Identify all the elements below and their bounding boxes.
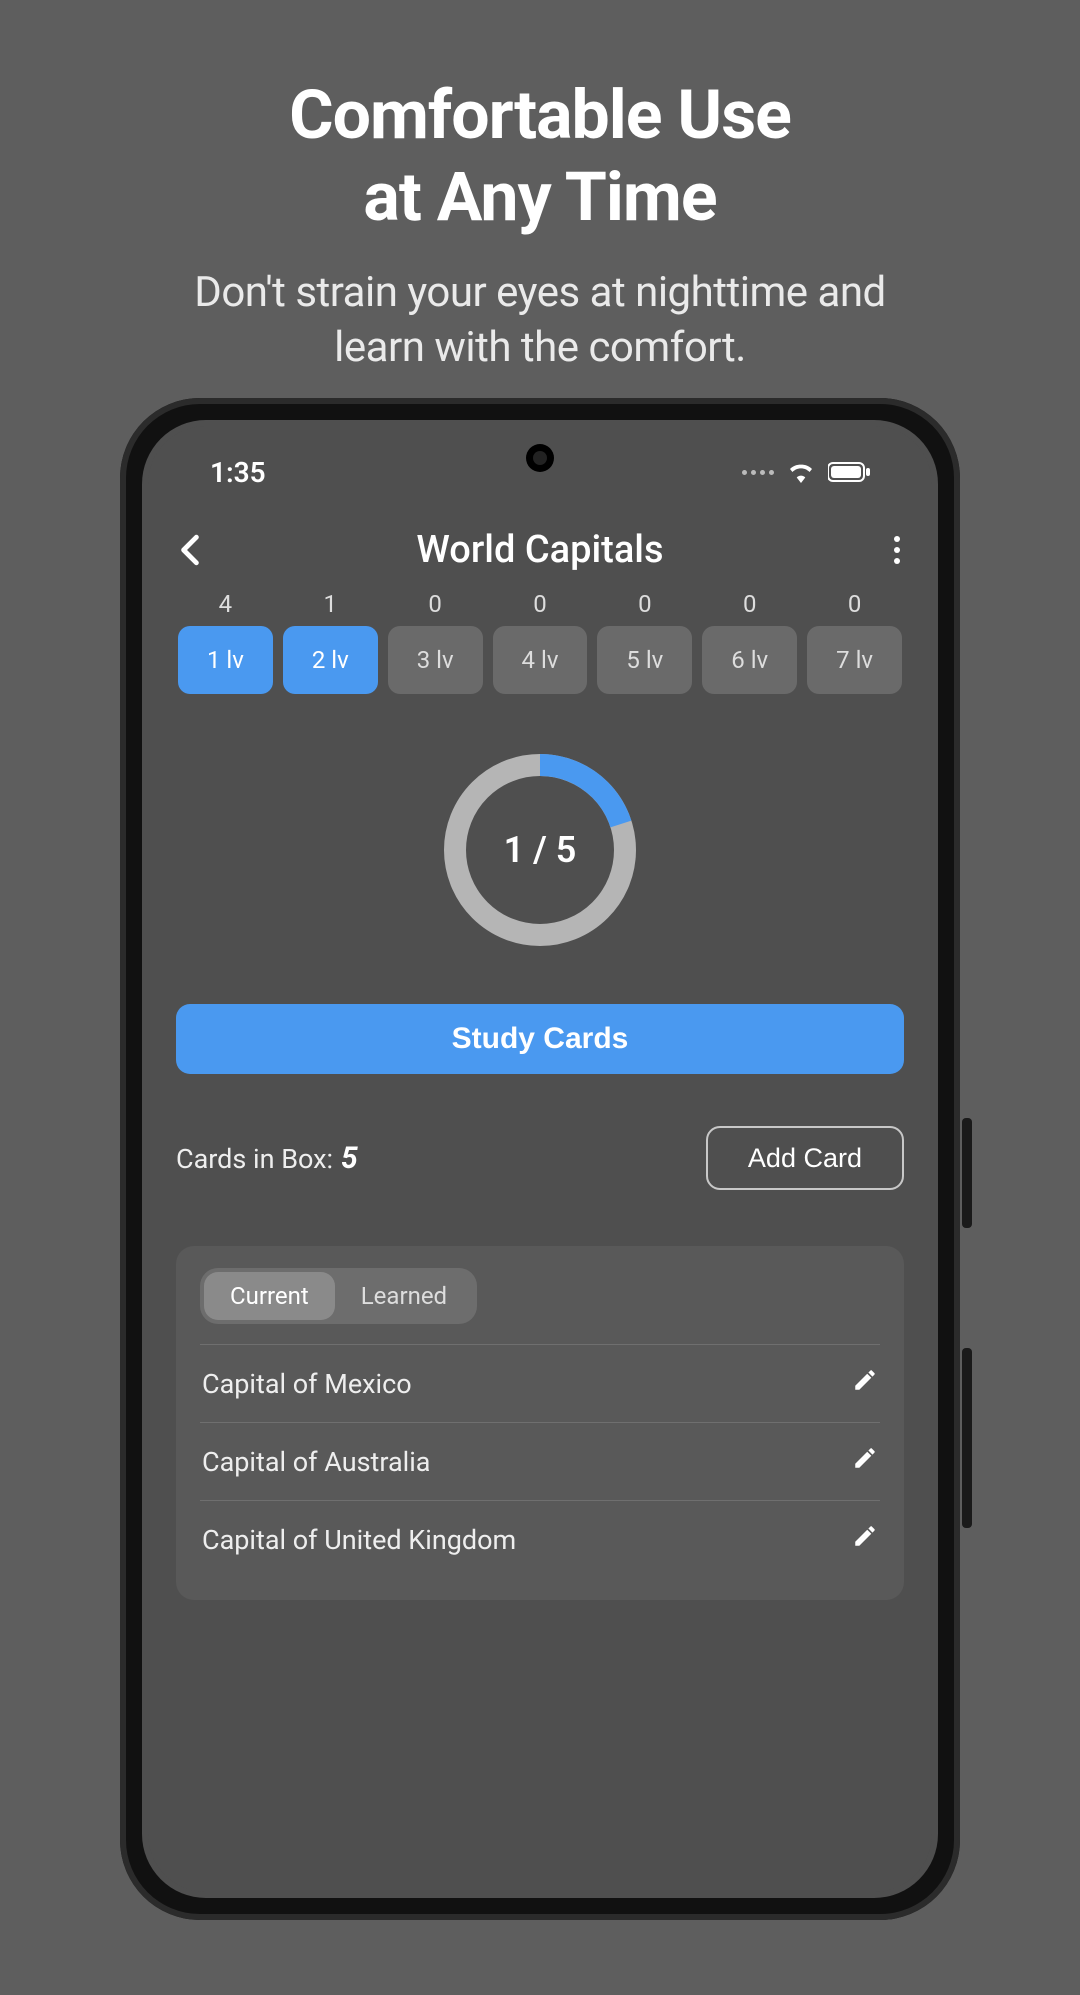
tab-learned[interactable]: Learned [335, 1272, 473, 1320]
phone-bezel: 1:35 World Capitals [142, 420, 938, 1898]
cards-in-box-label: Cards in Box: 5 [176, 1141, 358, 1176]
cards-panel: Current Learned Capital of Mexico Capita… [176, 1246, 904, 1600]
levels-row: 4 1 lv 1 2 lv 0 3 lv 0 4 lv 0 5 lv [176, 590, 904, 694]
card-title: Capital of Mexico [202, 1368, 412, 1400]
level-count: 0 [848, 590, 862, 618]
phone-screen: 1:35 World Capitals [148, 426, 932, 1892]
phone-camera [526, 444, 554, 472]
promo-title-line1: Comfortable Use [289, 75, 791, 155]
back-button[interactable] [180, 534, 220, 566]
progress-text: 1 / 5 [440, 750, 640, 950]
signal-dots-icon [742, 470, 774, 475]
battery-icon [828, 462, 870, 482]
study-cards-button[interactable]: Study Cards [176, 1004, 904, 1074]
pencil-icon[interactable] [852, 1523, 878, 1556]
level-count: 0 [743, 590, 757, 618]
level-4[interactable]: 0 4 lv [493, 590, 588, 694]
app-header: World Capitals [176, 528, 904, 572]
level-count: 0 [533, 590, 547, 618]
level-count: 4 [219, 590, 233, 618]
status-icons [742, 461, 870, 483]
promo-title-line2: at Any Time [363, 157, 716, 237]
pencil-icon[interactable] [852, 1367, 878, 1400]
add-card-button[interactable]: Add Card [706, 1126, 904, 1190]
level-box[interactable]: 2 lv [283, 626, 378, 694]
level-7[interactable]: 0 7 lv [807, 590, 902, 694]
tab-current[interactable]: Current [204, 1272, 335, 1320]
box-count: 5 [341, 1141, 358, 1176]
promo-subtitle-line1: Don't strain your eyes at nighttime and [194, 268, 885, 317]
card-item[interactable]: Capital of Australia [200, 1422, 880, 1500]
card-item[interactable]: Capital of Mexico [200, 1344, 880, 1422]
segmented-control: Current Learned [200, 1268, 477, 1324]
level-count: 0 [638, 590, 652, 618]
level-3[interactable]: 0 3 lv [388, 590, 483, 694]
phone-frame: 1:35 World Capitals [120, 398, 960, 1920]
level-6[interactable]: 0 6 lv [702, 590, 797, 694]
progress-ring: 1 / 5 [176, 750, 904, 950]
promo-subtitle: Don't strain your eyes at nighttime and … [0, 266, 1080, 375]
phone-side-button [962, 1348, 972, 1528]
level-2[interactable]: 1 2 lv [283, 590, 378, 694]
status-time: 1:35 [210, 456, 266, 489]
card-title: Capital of United Kingdom [202, 1524, 516, 1556]
level-box[interactable]: 4 lv [493, 626, 588, 694]
promo-title: Comfortable Use at Any Time [0, 75, 1080, 238]
level-count: 0 [428, 590, 442, 618]
level-count: 1 [324, 590, 338, 618]
card-list: Capital of Mexico Capital of Australia C… [200, 1344, 880, 1578]
level-box[interactable]: 7 lv [807, 626, 902, 694]
page-title: World Capitals [220, 528, 860, 572]
box-label: Cards in Box: [176, 1143, 333, 1175]
level-box[interactable]: 6 lv [702, 626, 797, 694]
phone-side-button [962, 1118, 972, 1228]
level-box[interactable]: 1 lv [178, 626, 273, 694]
more-button[interactable] [860, 536, 900, 564]
more-vertical-icon [894, 536, 900, 564]
level-5[interactable]: 0 5 lv [597, 590, 692, 694]
card-item[interactable]: Capital of United Kingdom [200, 1500, 880, 1578]
level-1[interactable]: 4 1 lv [178, 590, 273, 694]
level-box[interactable]: 5 lv [597, 626, 692, 694]
wifi-icon [786, 461, 816, 483]
pencil-icon[interactable] [852, 1445, 878, 1478]
level-box[interactable]: 3 lv [388, 626, 483, 694]
card-title: Capital of Australia [202, 1446, 431, 1478]
promo-subtitle-line2: learn with the comfort. [334, 323, 746, 372]
cards-box-row: Cards in Box: 5 Add Card [176, 1126, 904, 1190]
